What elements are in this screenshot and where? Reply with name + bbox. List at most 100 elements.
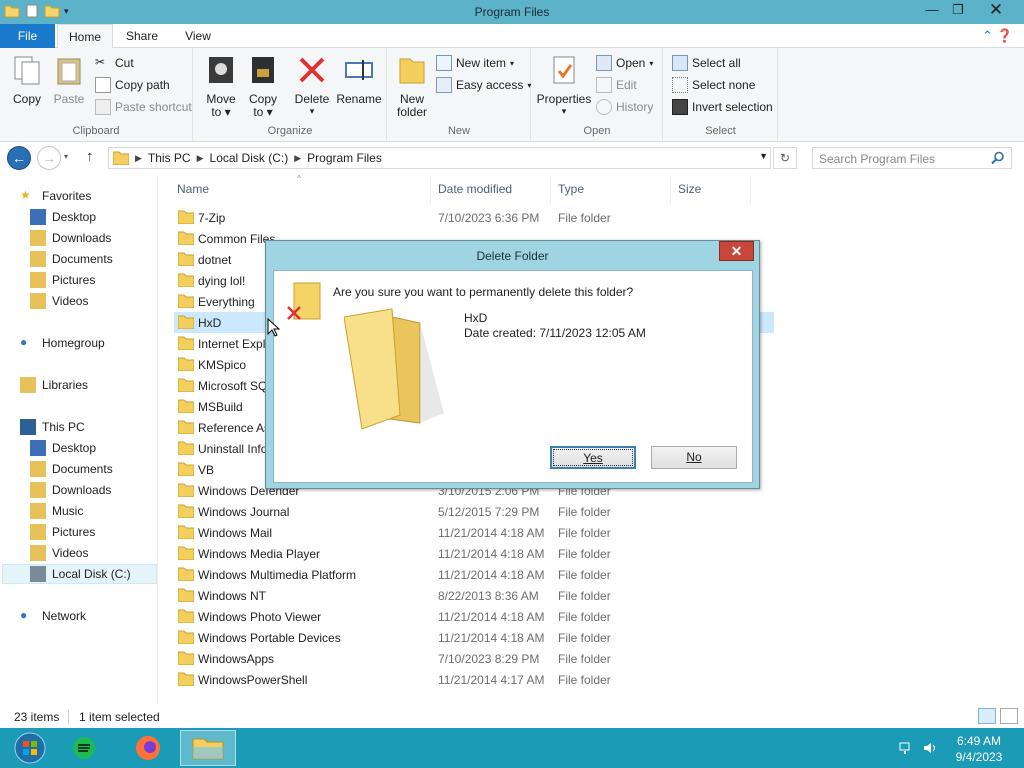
column-divider[interactable] [670, 176, 671, 204]
sidebar-item-downloads[interactable]: Downloads [30, 228, 111, 248]
back-arrow-icon[interactable]: ← [7, 146, 31, 170]
new-folder-button[interactable]: New folder [392, 54, 432, 119]
column-header-type[interactable]: Type [558, 182, 584, 196]
table-row[interactable]: Windows Mail 11/21/2014 4:18 AM File folde… [174, 522, 774, 543]
sidebar-item-videos[interactable]: Videos [30, 291, 88, 311]
spotify-icon[interactable] [62, 730, 118, 766]
minimize-button[interactable]: — [918, 0, 946, 20]
file-type: File folder [558, 610, 611, 624]
folder-icon [113, 151, 129, 165]
dialog-close-button[interactable]: ✕ [719, 241, 754, 261]
sidebar-item-pc-pictures[interactable]: Pictures [30, 522, 95, 542]
chevron-down-icon[interactable]: ▼ [759, 151, 768, 161]
column-header-size[interactable]: Size [678, 182, 701, 196]
properties-button[interactable]: Properties ▾ [536, 54, 592, 117]
sidebar-item-documents[interactable]: Documents [30, 249, 113, 269]
up-arrow-icon[interactable]: ↑ [86, 148, 94, 165]
copy-to-button[interactable]: Copy to ▾ [244, 54, 282, 119]
folder-icon [178, 546, 194, 560]
refresh-icon[interactable]: ↻ [773, 147, 797, 169]
column-divider[interactable] [430, 176, 431, 204]
table-row[interactable]: 7-Zip 7/10/2023 6:36 PM File folder [174, 207, 774, 228]
start-button-icon[interactable] [4, 730, 60, 766]
search-input[interactable]: Search Program Files [812, 147, 1012, 169]
breadcrumb-program-files[interactable]: Program Files [307, 151, 382, 165]
table-row[interactable]: WindowsApps 7/10/2023 8:29 PM File folder [174, 648, 774, 669]
close-window-button[interactable]: ✕ [970, 0, 1022, 20]
move-to-button[interactable]: Move to ▾ [202, 54, 240, 119]
folder-icon [178, 672, 194, 686]
select-all-button[interactable]: Select all [672, 55, 741, 71]
breadcrumb-this-pc[interactable]: This PC [148, 151, 191, 165]
firefox-icon[interactable] [120, 730, 176, 766]
sidebar-item-pc-desktop[interactable]: Desktop [30, 438, 96, 458]
forward-arrow-icon[interactable]: → [37, 146, 61, 170]
table-row[interactable]: Windows Media Player 11/21/2014 4:18 AM Fi… [174, 543, 774, 564]
file-name: Uninstall Infor [198, 442, 272, 456]
select-all-icon [672, 55, 688, 71]
large-icons-view-icon[interactable] [1000, 708, 1018, 724]
no-button[interactable]: No [651, 446, 737, 469]
new-item-button[interactable]: New item ▾ [436, 55, 514, 71]
recent-locations-chevron-icon[interactable]: ▾ [64, 152, 68, 161]
rename-button[interactable]: Rename [336, 54, 382, 106]
file-date: 8/22/2013 8:36 AM [438, 589, 539, 603]
table-row[interactable]: WindowsPowerShell 11/21/2014 4:17 AM File … [174, 669, 774, 690]
volume-icon[interactable] [922, 740, 938, 756]
copy-button[interactable]: Copy [8, 54, 46, 106]
sidebar-item-pictures[interactable]: Pictures [30, 270, 95, 290]
column-header-date[interactable]: Date modified [438, 182, 512, 196]
select-group: Select all Select none Invert selection … [664, 48, 778, 142]
file-type: File folder [558, 673, 611, 687]
cut-button[interactable]: ✂ Cut [95, 55, 134, 71]
history-button[interactable]: History [596, 99, 653, 115]
breadcrumb-local-disk[interactable]: Local Disk (C:) [210, 151, 289, 165]
table-row[interactable]: Windows Journal 5/12/2015 7:29 PM File fol… [174, 501, 774, 522]
invert-selection-button[interactable]: Invert selection [672, 99, 773, 115]
tab-home[interactable]: Home [57, 24, 113, 49]
sidebar-item-pc-documents[interactable]: Documents [30, 459, 113, 479]
file-type: File folder [558, 631, 611, 645]
column-header-name[interactable]: Name [177, 182, 209, 196]
table-row[interactable]: Windows Photo Viewer 11/21/2014 4:18 AM Fi… [174, 606, 774, 627]
table-row[interactable]: Windows Portable Devices 11/21/2014 4:18 … [174, 627, 774, 648]
edit-button[interactable]: Edit [596, 77, 637, 93]
table-row[interactable]: Windows NT 8/22/2013 8:36 AM File folder [174, 585, 774, 606]
network-tray-icon[interactable] [898, 740, 914, 756]
sidebar-item-desktop[interactable]: Desktop [30, 207, 96, 227]
sidebar-item-homegroup[interactable]: ● Homegroup [20, 333, 105, 353]
file-explorer-taskbar-button[interactable] [180, 730, 236, 766]
yes-button[interactable]: Yes [550, 446, 636, 469]
column-divider[interactable] [550, 176, 551, 204]
address-bar[interactable]: ▶ This PC ▶ Local Disk (C:) ▶ Program Fi… [108, 147, 771, 169]
select-none-button[interactable]: Select none [672, 77, 755, 93]
select-none-label: Select none [692, 78, 756, 92]
sidebar-item-favorites[interactable]: ★ Favorites [20, 186, 91, 206]
tab-file[interactable]: File [0, 24, 55, 48]
open-button[interactable]: Open ▾ [596, 55, 653, 71]
sidebar-item-libraries[interactable]: Libraries [20, 375, 88, 395]
clock[interactable]: 6:49 AM 9/4/2023 [944, 733, 1014, 765]
details-view-icon[interactable] [978, 708, 996, 724]
delete-button[interactable]: Delete ▾ [292, 54, 332, 117]
easy-access-button[interactable]: Easy access ▾ [436, 77, 531, 93]
copy-path-button[interactable]: Copy path [95, 77, 170, 93]
sidebar-item-this-pc[interactable]: This PC [20, 417, 85, 437]
sidebar-item-label: Favorites [42, 189, 92, 203]
tab-share[interactable]: Share [116, 24, 168, 48]
search-icon [991, 151, 1004, 165]
sidebar-item-local-disk[interactable]: Local Disk (C:) [2, 564, 157, 584]
maximize-button[interactable]: ❐ [944, 0, 972, 20]
column-divider[interactable] [750, 176, 751, 204]
table-row[interactable]: Windows Multimedia Platform 11/21/2014 4:… [174, 564, 774, 585]
sidebar-item-pc-music[interactable]: Music [30, 501, 83, 521]
paste-button[interactable]: Paste [50, 54, 88, 106]
file-date: 7/10/2023 8:29 PM [438, 652, 540, 666]
sidebar-item-network[interactable]: ● Network [20, 606, 86, 626]
sidebar-item-pc-videos[interactable]: Videos [30, 543, 88, 563]
folder-icon [178, 483, 194, 497]
tab-view[interactable]: View [172, 24, 224, 48]
sidebar-item-pc-downloads[interactable]: Downloads [30, 480, 111, 500]
help-icon[interactable]: ⌃ ❓ [982, 28, 1018, 44]
paste-shortcut-button[interactable]: Paste shortcut [95, 99, 192, 115]
